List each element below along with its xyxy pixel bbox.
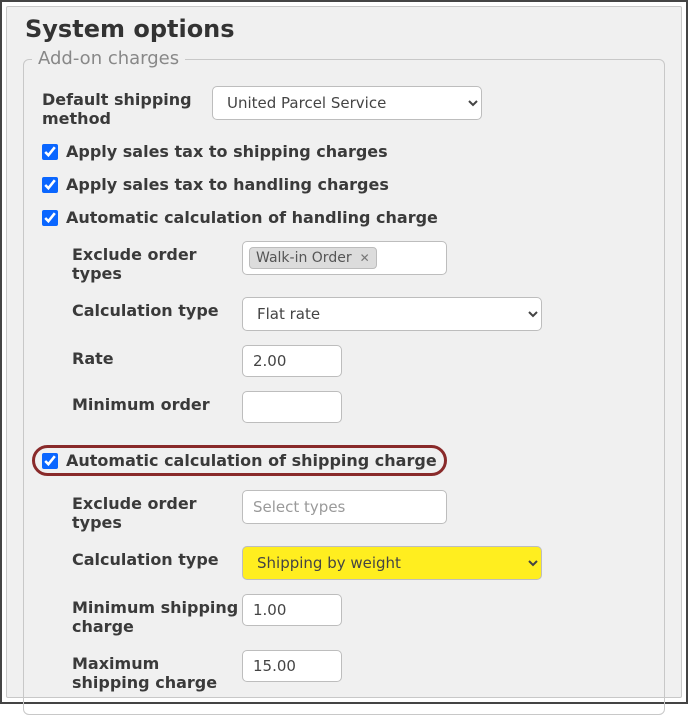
tax-shipping-checkbox[interactable] [42, 144, 58, 160]
shipping-exclude-field[interactable]: Select types [242, 490, 447, 524]
shipping-min-label: Minimum shipping charge [72, 594, 242, 636]
tax-handling-checkbox[interactable] [42, 177, 58, 193]
handling-minorder-label: Minimum order [72, 391, 242, 414]
shipping-max-label: Maximum shipping charge [72, 650, 242, 692]
auto-handling-label: Automatic calculation of handling charge [66, 208, 438, 227]
addon-charges-fieldset: Add-on charges Default shipping method U… [23, 59, 665, 715]
auto-shipping-label: Automatic calculation of shipping charge [66, 451, 437, 470]
auto-handling-checkbox[interactable] [42, 210, 58, 226]
shipping-calctype-select[interactable]: Shipping by weight [242, 546, 542, 580]
tax-handling-label: Apply sales tax to handling charges [66, 175, 389, 194]
page-title: System options [25, 15, 665, 43]
handling-exclude-field[interactable]: Walk-in Order ✕ [242, 241, 447, 275]
default-shipping-label: Default shipping method [42, 86, 212, 128]
shipping-exclude-label: Exclude order types [72, 490, 242, 532]
fieldset-legend: Add-on charges [32, 48, 185, 69]
shipping-exclude-placeholder: Select types [249, 498, 345, 516]
tax-shipping-label: Apply sales tax to shipping charges [66, 142, 388, 161]
handling-calctype-label: Calculation type [72, 297, 242, 320]
handling-rate-label: Rate [72, 345, 242, 368]
handling-calctype-select[interactable]: Flat rate [242, 297, 542, 331]
handling-minorder-input[interactable] [242, 391, 342, 423]
handling-rate-input[interactable] [242, 345, 342, 377]
shipping-min-input[interactable] [242, 594, 342, 626]
shipping-calctype-label: Calculation type [72, 546, 242, 569]
auto-shipping-checkbox[interactable] [42, 453, 58, 469]
shipping-max-input[interactable] [242, 650, 342, 682]
default-shipping-select[interactable]: United Parcel Service [212, 86, 482, 120]
handling-exclude-tag: Walk-in Order ✕ [249, 247, 377, 269]
handling-exclude-label: Exclude order types [72, 241, 242, 283]
close-icon[interactable]: ✕ [360, 251, 370, 265]
